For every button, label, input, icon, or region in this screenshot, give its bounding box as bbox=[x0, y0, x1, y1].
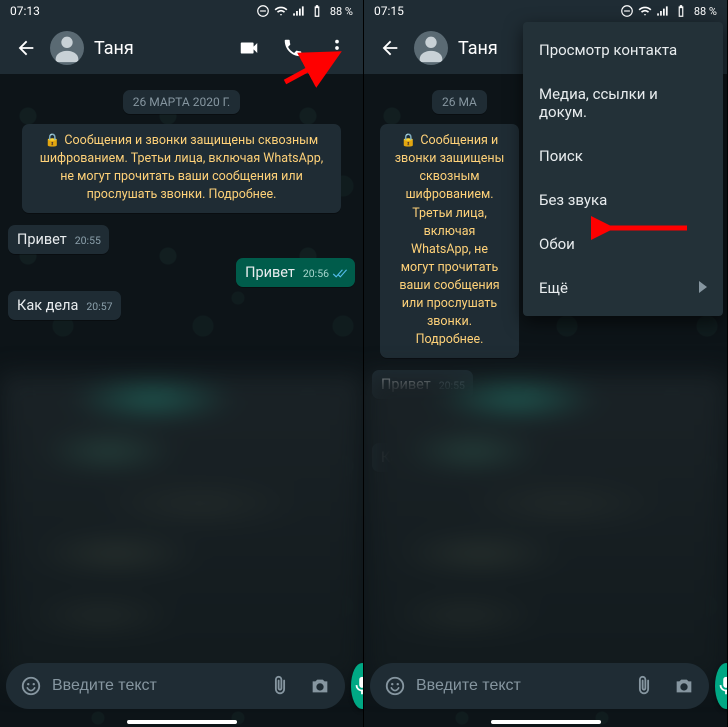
battery-percent: 88 % bbox=[330, 5, 353, 18]
lock-icon: 🔒 bbox=[401, 132, 417, 150]
contact-avatar[interactable] bbox=[50, 31, 84, 65]
android-nav-pill[interactable] bbox=[491, 720, 601, 724]
phone-icon bbox=[282, 37, 304, 59]
message-text: Привет bbox=[17, 231, 67, 248]
contact-name[interactable]: Таня bbox=[94, 38, 225, 59]
message-input[interactable] bbox=[416, 677, 623, 695]
contact-avatar[interactable] bbox=[414, 31, 448, 65]
avatar-placeholder-icon bbox=[414, 31, 448, 65]
mic-icon bbox=[351, 675, 363, 697]
message-text: Привет bbox=[245, 264, 295, 281]
menu-item-search[interactable]: Поиск bbox=[523, 134, 723, 178]
message-input-pill bbox=[6, 663, 345, 709]
chat-action-bar: Таня bbox=[0, 22, 363, 74]
voice-call-button[interactable] bbox=[273, 28, 313, 68]
battery-percent: 88 % bbox=[694, 5, 717, 18]
encryption-text: Сообщения и звонки защищены сквозным шиф… bbox=[40, 133, 324, 202]
status-icons: 88 % bbox=[620, 4, 717, 18]
camera-button[interactable] bbox=[301, 667, 339, 705]
blurred-messages bbox=[364, 374, 727, 684]
message-text: Как дела bbox=[17, 297, 78, 314]
status-bar: 07:15 88 % bbox=[364, 0, 727, 22]
paperclip-icon bbox=[269, 675, 291, 697]
video-call-button[interactable] bbox=[229, 28, 269, 68]
emoji-icon bbox=[20, 675, 42, 697]
encryption-notice[interactable]: 🔒Сообщения и звонки защищены сквозным ши… bbox=[380, 124, 519, 358]
message-input-pill bbox=[370, 663, 709, 709]
encryption-text: Сообщения и звонки защищены сквозным шиф… bbox=[395, 133, 505, 347]
message-time: 20:57 bbox=[86, 300, 112, 314]
message-time: 20:55 bbox=[75, 234, 101, 248]
battery-icon bbox=[674, 4, 688, 18]
message-in[interactable]: Как дела 20:57 bbox=[8, 291, 121, 320]
emoji-button[interactable] bbox=[376, 667, 414, 705]
status-bar: 07:13 88 % bbox=[0, 0, 363, 22]
message-in[interactable]: Привет 20:55 bbox=[8, 225, 109, 254]
screenshot-right: 07:15 88 % Таня 26 МА 🔒Сообщения и звонк… bbox=[364, 0, 728, 727]
message-input-bar bbox=[364, 663, 727, 709]
message-input-bar bbox=[0, 663, 363, 709]
back-arrow-icon bbox=[379, 37, 401, 59]
status-time: 07:13 bbox=[10, 4, 40, 18]
dnd-icon bbox=[256, 4, 270, 18]
signal-icon bbox=[292, 4, 306, 18]
message-out[interactable]: Привет 20:56 bbox=[236, 258, 355, 287]
chat-area[interactable]: 26 МАРТА 2020 Г. 🔒Сообщения и звонки защ… bbox=[0, 74, 363, 727]
message-time: 20:56 bbox=[303, 267, 329, 280]
camera-icon bbox=[673, 675, 695, 697]
menu-item-mute[interactable]: Без звука bbox=[523, 178, 723, 222]
attach-button[interactable] bbox=[261, 667, 299, 705]
message-input[interactable] bbox=[52, 677, 259, 695]
emoji-icon bbox=[384, 675, 406, 697]
more-options-button[interactable] bbox=[317, 28, 357, 68]
chevron-right-icon bbox=[699, 279, 707, 297]
back-button[interactable] bbox=[370, 28, 410, 68]
options-menu: Просмотр контакта Медиа, ссылки и докум.… bbox=[523, 22, 723, 316]
camera-icon bbox=[309, 675, 331, 697]
signal-icon bbox=[656, 4, 670, 18]
status-icons: 88 % bbox=[256, 4, 353, 18]
mic-button[interactable] bbox=[715, 663, 727, 709]
menu-item-more[interactable]: Ещё bbox=[523, 266, 723, 310]
menu-item-media[interactable]: Медиа, ссылки и докум. bbox=[523, 72, 723, 134]
lock-icon: 🔒 bbox=[45, 132, 61, 150]
date-separator: 26 МАРТА 2020 Г. bbox=[123, 90, 240, 114]
menu-item-wallpaper[interactable]: Обои bbox=[523, 222, 723, 266]
camera-button[interactable] bbox=[665, 667, 703, 705]
date-separator: 26 МА bbox=[432, 90, 487, 114]
encryption-notice[interactable]: 🔒Сообщения и звонки защищены сквозным ши… bbox=[22, 124, 341, 213]
mic-icon bbox=[715, 675, 727, 697]
wifi-icon bbox=[274, 4, 288, 18]
video-icon bbox=[238, 37, 260, 59]
read-ticks-icon bbox=[332, 268, 347, 279]
status-time: 07:15 bbox=[374, 4, 404, 18]
wifi-icon bbox=[638, 4, 652, 18]
menu-item-view-contact[interactable]: Просмотр контакта bbox=[523, 28, 723, 72]
more-vert-icon bbox=[326, 37, 348, 59]
android-nav-pill[interactable] bbox=[127, 720, 237, 724]
avatar-placeholder-icon bbox=[50, 31, 84, 65]
back-arrow-icon bbox=[15, 37, 37, 59]
back-button[interactable] bbox=[6, 28, 46, 68]
mic-button[interactable] bbox=[351, 663, 363, 709]
blurred-messages bbox=[0, 374, 363, 684]
battery-icon bbox=[310, 4, 324, 18]
emoji-button[interactable] bbox=[12, 667, 50, 705]
screenshot-left: 07:13 88 % Таня 26 МАРТА 2020 Г. bbox=[0, 0, 364, 727]
attach-button[interactable] bbox=[625, 667, 663, 705]
paperclip-icon bbox=[633, 675, 655, 697]
dnd-icon bbox=[620, 4, 634, 18]
